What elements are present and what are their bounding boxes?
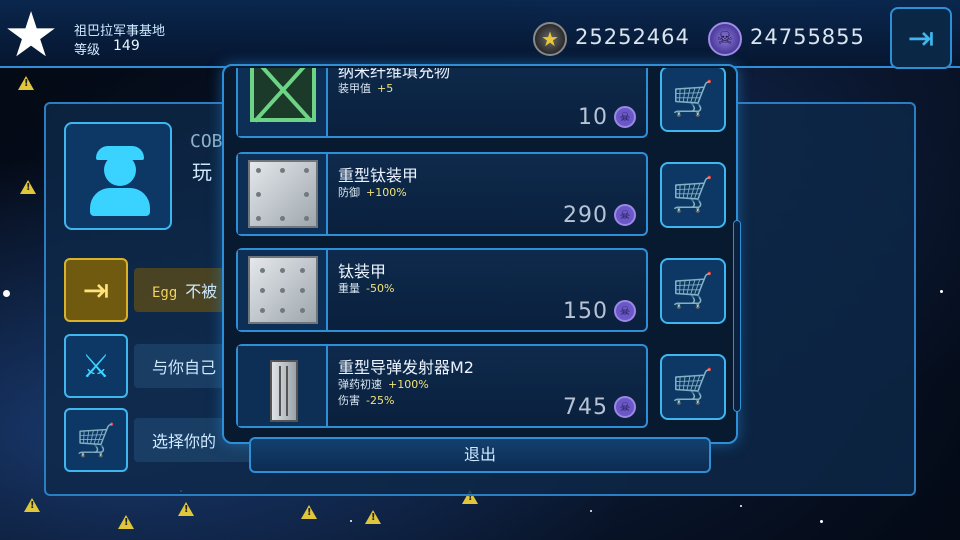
shop-item: 纳米纤维填充物 装甲值 +5 10 ☠ [236,68,648,138]
warning-icon [18,76,34,90]
rank-star-icon: ★ [3,0,59,71]
buy-button[interactable]: 🛒 [660,162,726,228]
skull-coin-icon: ☠ [614,300,636,322]
stat-label: 防御 [338,186,360,199]
shop-item: 钛装甲 重量 -50% 150 ☠ [236,248,648,332]
buy-button[interactable]: 🛒 [660,354,726,420]
item-price: 290 [563,203,608,228]
stat-label: 重量 [338,282,360,295]
background-star [740,505,742,507]
item-stat: 伤害 -25% [338,392,394,408]
warning-icon [24,498,40,512]
background-star [940,290,943,293]
item-stat: 装甲值 +5 [338,80,393,96]
star-coin-icon: ★ [533,22,567,56]
exit-shop-button[interactable]: 退出 [249,437,711,473]
skull-coin-icon: ☠ [614,106,636,128]
warning-icon [301,505,317,519]
skull-amount: 24755855 [750,25,865,49]
buy-button[interactable]: 🛒 [660,258,726,324]
stat-label: 伤害 [338,394,360,407]
side-item-label: Egg 不被 [152,278,217,302]
top-bar: ★ 祖巴拉军事基地 等级 149 ★ 25252464 ☠ 24755855 ⇥ [0,0,960,71]
nanofiber-icon [250,68,316,122]
gold-amount: 25252464 [575,25,690,49]
shop-dialog: 纳米纤维填充物 装甲值 +5 10 ☠ 🛒 重型钛装甲 防御 +100% 290 ☠… [222,64,738,444]
stat-value: -50% [366,282,395,295]
skull-coin-icon: ☠ [614,396,636,418]
item-thumbnail [238,154,328,234]
skull-coin-icon: ☠ [708,22,742,56]
shop-item: 重型钛装甲 防御 +100% 290 ☠ [236,152,648,236]
stat-value: +5 [377,82,394,95]
background-star [820,520,823,523]
level-value: 149 [113,38,140,54]
item-price: 10 [578,105,608,130]
egg-tag: Egg [152,285,178,301]
stat-label: 装甲值 [338,82,371,95]
exit-button[interactable]: ⇥ [890,7,952,69]
stat-value: +100% [366,186,407,199]
warning-icon [20,180,36,194]
side-item-label: 与你自己 [152,358,217,377]
background-star [3,290,10,297]
shop-list[interactable]: 纳米纤维填充物 装甲值 +5 10 ☠ 🛒 重型钛装甲 防御 +100% 290 ☠… [236,68,726,436]
item-name: 重型钛装甲 [338,166,419,185]
shop-scrollbar[interactable] [733,220,741,412]
avatar[interactable] [64,122,172,230]
shopping-cart-icon[interactable]: 🛒 [64,408,128,472]
warning-icon [365,510,381,524]
item-stat: 防御 +100% [338,184,407,200]
item-name: 钛装甲 [338,262,387,281]
warning-icon [178,502,194,516]
armor-plate-icon [248,256,318,324]
side-item-text: 不被 [185,282,218,301]
avatar-cap [96,146,144,160]
item-name: 重型导弹发射器M2 [338,358,474,377]
player-code: COB [190,131,223,152]
level-label: 等级 [74,43,101,58]
item-thumbnail [238,346,328,426]
item-thumbnail [238,68,328,136]
item-stat: 弹药初速 +100% [338,376,429,392]
stat-value: -25% [366,394,395,407]
item-thumbnail [238,250,328,330]
stat-value: +100% [388,378,429,391]
item-price: 745 [563,395,608,420]
crossed-swords-icon[interactable]: ⚔ [64,334,128,398]
shop-item: 重型导弹发射器M2 弹药初速 +100% 伤害 -25% 745 ☠ [236,344,648,428]
stat-label: 弹药初速 [338,378,382,391]
side-item-label: 选择你的 [152,432,217,451]
avatar-body [90,188,150,216]
buy-button[interactable]: 🛒 [660,68,726,132]
missile-launcher-icon [270,360,298,422]
player-name: 玩 [192,160,212,184]
item-stat: 重量 -50% [338,280,394,296]
background-star [590,510,592,512]
enter-icon[interactable]: ⇥ [64,258,128,322]
warning-icon [118,515,134,529]
base-name: 祖巴拉军事基地 [74,24,166,39]
item-price: 150 [563,299,608,324]
skull-coin-icon: ☠ [614,204,636,226]
armor-plate-icon [248,160,318,228]
background-star [350,520,352,522]
